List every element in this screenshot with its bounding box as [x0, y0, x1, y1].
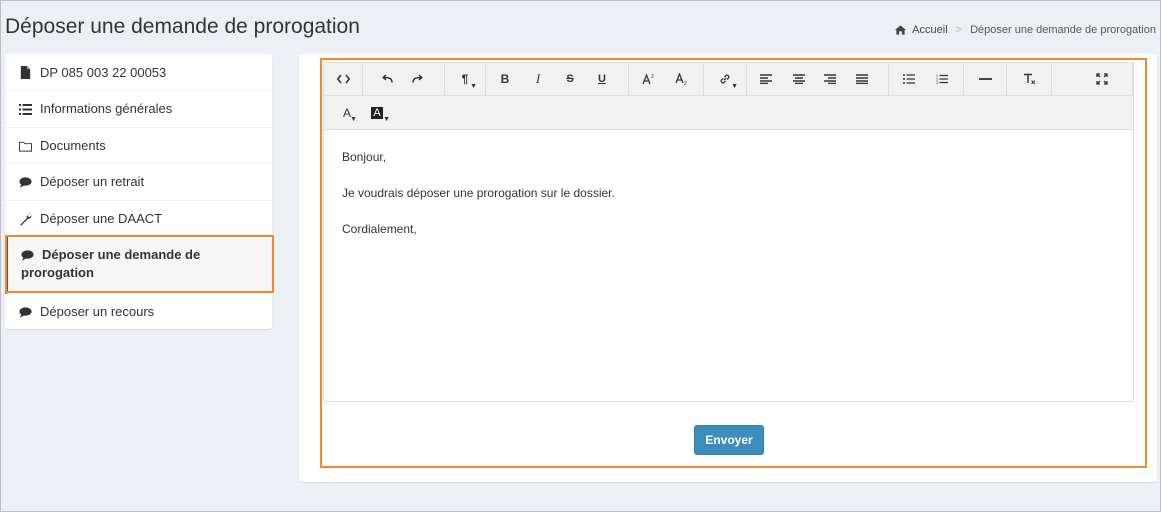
- toolbar-separator: [485, 62, 486, 96]
- strikethrough-icon: S: [566, 73, 574, 85]
- subscript-icon: 2: [674, 73, 687, 85]
- align-left-icon: [760, 74, 772, 84]
- sidebar-item-label: DP 085 003 22 00053: [40, 65, 167, 80]
- rich-text-editor: ¶ ▼ B I S U 2 2 ▼ 1 2 3 A ▼ A ▼ Bonjour,…: [323, 62, 1134, 402]
- toolbar-separator: [1051, 62, 1052, 96]
- align-right-button[interactable]: [814, 63, 846, 96]
- align-right-icon: [824, 74, 836, 84]
- font-color-button[interactable]: A ▼: [330, 96, 364, 129]
- editor-content[interactable]: Bonjour, Je voudrais déposer une proroga…: [324, 130, 1133, 402]
- home-icon: [895, 25, 907, 35]
- comment-icon: [19, 307, 32, 318]
- svg-text:2: 2: [651, 74, 654, 80]
- sidebar-item-label: Déposer un retrait: [40, 174, 145, 189]
- background-color-button[interactable]: A ▼: [364, 96, 390, 129]
- sidebar-item-label: Déposer une demande de prorogation: [21, 247, 201, 280]
- fullscreen-button[interactable]: [1082, 63, 1122, 96]
- fullscreen-icon: [1096, 73, 1108, 85]
- sidebar-item-label: Informations générales: [40, 101, 173, 116]
- toolbar-separator: [362, 62, 363, 96]
- code-icon: [336, 74, 350, 84]
- clear-formatting-button[interactable]: [1007, 63, 1051, 96]
- toolbar-row-2: A ▼ A ▼: [324, 96, 390, 129]
- superscript-button[interactable]: 2: [631, 63, 665, 96]
- bulleted-list-icon: [903, 74, 915, 84]
- paragraph-icon: ¶: [461, 72, 469, 86]
- page-title: Déposer une demande de prorogation: [5, 15, 360, 38]
- align-left-button[interactable]: [749, 63, 783, 96]
- toolbar-separator: [888, 62, 889, 96]
- underline-icon: U: [598, 73, 606, 85]
- bulleted-list-button[interactable]: [891, 63, 927, 96]
- sidebar-item-informations[interactable]: Informations générales: [5, 91, 272, 128]
- clear-formatting-icon: [1023, 73, 1035, 85]
- wrench-icon: [19, 213, 32, 226]
- italic-icon: I: [535, 71, 541, 86]
- send-button[interactable]: Envoyer: [694, 425, 764, 455]
- message-panel: ¶ ▼ B I S U 2 2 ▼ 1 2 3 A ▼ A ▼ Bonjour,…: [299, 54, 1157, 482]
- sidebar-item-prorogation[interactable]: Déposer une demande de prorogation: [5, 237, 272, 294]
- code-view-button[interactable]: [324, 63, 362, 96]
- subscript-button[interactable]: 2: [665, 63, 697, 96]
- file-icon: [20, 66, 31, 79]
- align-justify-button[interactable]: [846, 63, 878, 96]
- undo-button[interactable]: [371, 63, 402, 96]
- horizontal-rule-icon: [978, 78, 992, 80]
- underline-button[interactable]: U: [586, 63, 618, 96]
- editor-toolbar: ¶ ▼ B I S U 2 2 ▼ 1 2 3 A ▼ A ▼: [324, 62, 1133, 130]
- breadcrumb-current: Déposer une demande de prorogation: [970, 24, 1156, 36]
- redo-icon: [411, 74, 423, 83]
- svg-text:2: 2: [684, 81, 687, 85]
- numbered-list-button[interactable]: 123: [927, 63, 957, 96]
- numbered-list-icon: 123: [936, 74, 948, 84]
- breadcrumb: Accueil > Déposer une demande de proroga…: [895, 24, 1156, 36]
- sidebar-item-label: Déposer une DAACT: [40, 211, 163, 226]
- italic-button[interactable]: I: [522, 63, 554, 96]
- strikethrough-button[interactable]: S: [554, 63, 586, 96]
- redo-button[interactable]: [402, 63, 433, 96]
- sidebar-item-dossier[interactable]: DP 085 003 22 00053: [5, 54, 272, 91]
- editor-paragraph: Cordialement,: [342, 222, 417, 236]
- chevron-down-icon: ▼: [350, 116, 357, 123]
- horizontal-rule-button[interactable]: [964, 63, 1006, 96]
- paragraph-format-button[interactable]: ¶ ▼: [445, 63, 485, 96]
- chevron-down-icon: ▼: [383, 116, 390, 123]
- breadcrumb-separator: >: [955, 24, 963, 36]
- folder-icon: [19, 141, 32, 152]
- comment-icon: [19, 177, 32, 188]
- toolbar-separator: [1132, 62, 1133, 96]
- insert-link-button[interactable]: ▼: [704, 63, 746, 96]
- toolbar-separator: [628, 62, 629, 96]
- sidebar-item-documents[interactable]: Documents: [5, 128, 272, 164]
- sidebar-item-retrait[interactable]: Déposer un retrait: [5, 164, 272, 201]
- sidebar-item-label: Documents: [40, 138, 106, 153]
- editor-paragraph: Je voudrais déposer une prorogation sur …: [342, 186, 615, 200]
- undo-icon: [381, 74, 393, 83]
- bold-icon: B: [500, 72, 510, 86]
- link-icon: [720, 74, 730, 84]
- sidebar: DP 085 003 22 00053 Informations général…: [5, 54, 272, 329]
- align-center-icon: [792, 74, 805, 84]
- toolbar-row-1: ¶ ▼ B I S U 2 2 ▼ 1 2 3: [324, 62, 1133, 96]
- toolbar-separator: [746, 62, 747, 96]
- bold-button[interactable]: B: [488, 63, 522, 96]
- align-center-button[interactable]: [783, 63, 814, 96]
- chevron-down-icon: ▼: [470, 82, 477, 90]
- superscript-icon: 2: [641, 73, 654, 85]
- sidebar-item-recours[interactable]: Déposer un recours: [5, 294, 272, 329]
- page-header: Déposer une demande de prorogation Accue…: [1, 1, 1160, 51]
- list-icon: [19, 104, 32, 115]
- editor-paragraph: Bonjour,: [342, 150, 387, 164]
- svg-text:3: 3: [936, 81, 938, 84]
- align-justify-icon: [856, 74, 868, 84]
- sidebar-item-label: Déposer un recours: [40, 304, 155, 319]
- breadcrumb-home-link[interactable]: Accueil: [912, 24, 947, 36]
- background-color-icon: A: [371, 106, 383, 119]
- chevron-down-icon: ▼: [731, 82, 738, 90]
- sidebar-item-daact[interactable]: Déposer une DAACT: [5, 201, 272, 237]
